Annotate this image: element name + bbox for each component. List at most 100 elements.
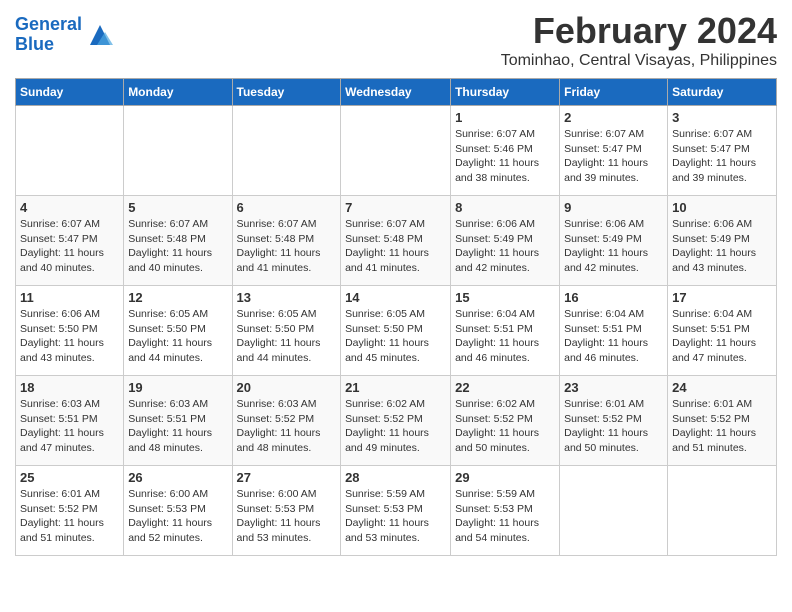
calendar-cell: 23 Sunrise: 6:01 AMSunset: 5:52 PMDayligh…: [560, 376, 668, 466]
day-number: 27: [237, 470, 337, 485]
day-info: Sunrise: 6:07 AMSunset: 5:47 PMDaylight:…: [672, 127, 772, 186]
weekday-header-wednesday: Wednesday: [341, 79, 451, 106]
day-info: Sunrise: 5:59 AMSunset: 5:53 PMDaylight:…: [345, 487, 446, 546]
logo-line1: General: [15, 14, 82, 34]
calendar-cell: 21 Sunrise: 6:02 AMSunset: 5:52 PMDayligh…: [341, 376, 451, 466]
calendar-cell: 1Sunrise: 6:07 AMSunset: 5:46 PMDaylight…: [451, 106, 560, 196]
logo: General Blue: [15, 15, 115, 55]
logo-text: General Blue: [15, 15, 82, 55]
day-number: 19: [128, 380, 227, 395]
day-info: Sunrise: 6:05 AMSunset: 5:50 PMDaylight:…: [128, 307, 227, 366]
calendar-cell: 27Sunrise: 6:00 AMSunset: 5:53 PMDayligh…: [232, 466, 341, 556]
day-number: 5: [128, 200, 227, 215]
calendar-week-row: 1Sunrise: 6:07 AMSunset: 5:46 PMDaylight…: [16, 106, 777, 196]
calendar-cell: 2Sunrise: 6:07 AMSunset: 5:47 PMDaylight…: [560, 106, 668, 196]
day-info: Sunrise: 6:01 AMSunset: 5:52 PMDaylight:…: [20, 487, 119, 546]
calendar-cell: 6 Sunrise: 6:07 AMSunset: 5:48 PMDaylight…: [232, 196, 341, 286]
title-area: February 2024 Tominhao, Central Visayas,…: [501, 10, 777, 70]
weekday-header-friday: Friday: [560, 79, 668, 106]
day-number: 28: [345, 470, 446, 485]
calendar-cell: [668, 466, 777, 556]
day-info: Sunrise: 6:01 AMSunset: 5:52 PMDaylight:…: [672, 397, 772, 456]
calendar-cell: [560, 466, 668, 556]
location-subtitle: Tominhao, Central Visayas, Philippines: [501, 52, 777, 70]
calendar-cell: 17Sunrise: 6:04 AMSunset: 5:51 PMDayligh…: [668, 286, 777, 376]
calendar-cell: [232, 106, 341, 196]
day-number: 9: [564, 200, 663, 215]
day-number: 20: [237, 380, 337, 395]
day-info: Sunrise: 6:06 AMSunset: 5:49 PMDaylight:…: [455, 217, 555, 276]
calendar-week-row: 4 Sunrise: 6:07 AMSunset: 5:47 PMDaylight…: [16, 196, 777, 286]
day-info: Sunrise: 6:04 AMSunset: 5:51 PMDaylight:…: [564, 307, 663, 366]
day-number: 29: [455, 470, 555, 485]
day-number: 24: [672, 380, 772, 395]
calendar-cell: 4 Sunrise: 6:07 AMSunset: 5:47 PMDaylight…: [16, 196, 124, 286]
page-header: General Blue February 2024 Tominhao, Cen…: [15, 10, 777, 70]
day-number: 10: [672, 200, 772, 215]
calendar-cell: 5 Sunrise: 6:07 AMSunset: 5:48 PMDaylight…: [124, 196, 232, 286]
calendar-cell: 22Sunrise: 6:02 AMSunset: 5:52 PMDayligh…: [451, 376, 560, 466]
calendar-cell: [124, 106, 232, 196]
calendar-cell: 15 Sunrise: 6:04 AMSunset: 5:51 PMDayligh…: [451, 286, 560, 376]
calendar-cell: 19 Sunrise: 6:03 AMSunset: 5:51 PMDayligh…: [124, 376, 232, 466]
calendar-week-row: 25 Sunrise: 6:01 AMSunset: 5:52 PMDayligh…: [16, 466, 777, 556]
calendar-cell: 20 Sunrise: 6:03 AMSunset: 5:52 PMDayligh…: [232, 376, 341, 466]
day-info: Sunrise: 6:06 AMSunset: 5:49 PMDaylight:…: [672, 217, 772, 276]
calendar-cell: 12Sunrise: 6:05 AMSunset: 5:50 PMDayligh…: [124, 286, 232, 376]
calendar-cell: 7 Sunrise: 6:07 AMSunset: 5:48 PMDaylight…: [341, 196, 451, 286]
day-number: 23: [564, 380, 663, 395]
day-number: 15: [455, 290, 555, 305]
day-info: Sunrise: 5:59 AMSunset: 5:53 PMDaylight:…: [455, 487, 555, 546]
day-info: Sunrise: 6:07 AMSunset: 5:47 PMDaylight:…: [20, 217, 119, 276]
weekday-header-tuesday: Tuesday: [232, 79, 341, 106]
calendar-cell: 10 Sunrise: 6:06 AMSunset: 5:49 PMDayligh…: [668, 196, 777, 286]
calendar-cell: 16 Sunrise: 6:04 AMSunset: 5:51 PMDayligh…: [560, 286, 668, 376]
day-info: Sunrise: 6:05 AMSunset: 5:50 PMDaylight:…: [237, 307, 337, 366]
day-info: Sunrise: 6:01 AMSunset: 5:52 PMDaylight:…: [564, 397, 663, 456]
month-year-title: February 2024: [501, 10, 777, 52]
day-info: Sunrise: 6:06 AMSunset: 5:49 PMDaylight:…: [564, 217, 663, 276]
day-info: Sunrise: 6:05 AMSunset: 5:50 PMDaylight:…: [345, 307, 446, 366]
day-number: 1: [455, 110, 555, 125]
calendar-cell: 24 Sunrise: 6:01 AMSunset: 5:52 PMDayligh…: [668, 376, 777, 466]
calendar-week-row: 11Sunrise: 6:06 AMSunset: 5:50 PMDayligh…: [16, 286, 777, 376]
day-number: 21: [345, 380, 446, 395]
day-info: Sunrise: 6:07 AMSunset: 5:48 PMDaylight:…: [128, 217, 227, 276]
calendar-cell: 8 Sunrise: 6:06 AMSunset: 5:49 PMDaylight…: [451, 196, 560, 286]
weekday-header-row: SundayMondayTuesdayWednesdayThursdayFrid…: [16, 79, 777, 106]
day-number: 2: [564, 110, 663, 125]
day-number: 6: [237, 200, 337, 215]
day-info: Sunrise: 6:03 AMSunset: 5:52 PMDaylight:…: [237, 397, 337, 456]
weekday-header-sunday: Sunday: [16, 79, 124, 106]
calendar-cell: 28 Sunrise: 5:59 AMSunset: 5:53 PMDayligh…: [341, 466, 451, 556]
day-info: Sunrise: 6:06 AMSunset: 5:50 PMDaylight:…: [20, 307, 119, 366]
day-number: 7: [345, 200, 446, 215]
day-info: Sunrise: 6:02 AMSunset: 5:52 PMDaylight:…: [455, 397, 555, 456]
weekday-header-monday: Monday: [124, 79, 232, 106]
day-number: 8: [455, 200, 555, 215]
day-info: Sunrise: 6:07 AMSunset: 5:48 PMDaylight:…: [237, 217, 337, 276]
calendar-cell: 18 Sunrise: 6:03 AMSunset: 5:51 PMDayligh…: [16, 376, 124, 466]
day-info: Sunrise: 6:03 AMSunset: 5:51 PMDaylight:…: [20, 397, 119, 456]
calendar-week-row: 18 Sunrise: 6:03 AMSunset: 5:51 PMDayligh…: [16, 376, 777, 466]
logo-line2: Blue: [15, 34, 54, 54]
day-info: Sunrise: 6:00 AMSunset: 5:53 PMDaylight:…: [128, 487, 227, 546]
day-number: 18: [20, 380, 119, 395]
day-number: 13: [237, 290, 337, 305]
calendar-cell: 11Sunrise: 6:06 AMSunset: 5:50 PMDayligh…: [16, 286, 124, 376]
calendar-cell: 14Sunrise: 6:05 AMSunset: 5:50 PMDayligh…: [341, 286, 451, 376]
calendar-cell: 9 Sunrise: 6:06 AMSunset: 5:49 PMDaylight…: [560, 196, 668, 286]
day-info: Sunrise: 6:03 AMSunset: 5:51 PMDaylight:…: [128, 397, 227, 456]
day-info: Sunrise: 6:04 AMSunset: 5:51 PMDaylight:…: [455, 307, 555, 366]
calendar-cell: 13 Sunrise: 6:05 AMSunset: 5:50 PMDayligh…: [232, 286, 341, 376]
calendar-cell: 26Sunrise: 6:00 AMSunset: 5:53 PMDayligh…: [124, 466, 232, 556]
day-info: Sunrise: 6:07 AMSunset: 5:48 PMDaylight:…: [345, 217, 446, 276]
day-number: 16: [564, 290, 663, 305]
calendar-cell: 25 Sunrise: 6:01 AMSunset: 5:52 PMDayligh…: [16, 466, 124, 556]
day-number: 4: [20, 200, 119, 215]
day-info: Sunrise: 6:02 AMSunset: 5:52 PMDaylight:…: [345, 397, 446, 456]
day-number: 3: [672, 110, 772, 125]
calendar-cell: 3 Sunrise: 6:07 AMSunset: 5:47 PMDaylight…: [668, 106, 777, 196]
day-number: 25: [20, 470, 119, 485]
day-number: 17: [672, 290, 772, 305]
